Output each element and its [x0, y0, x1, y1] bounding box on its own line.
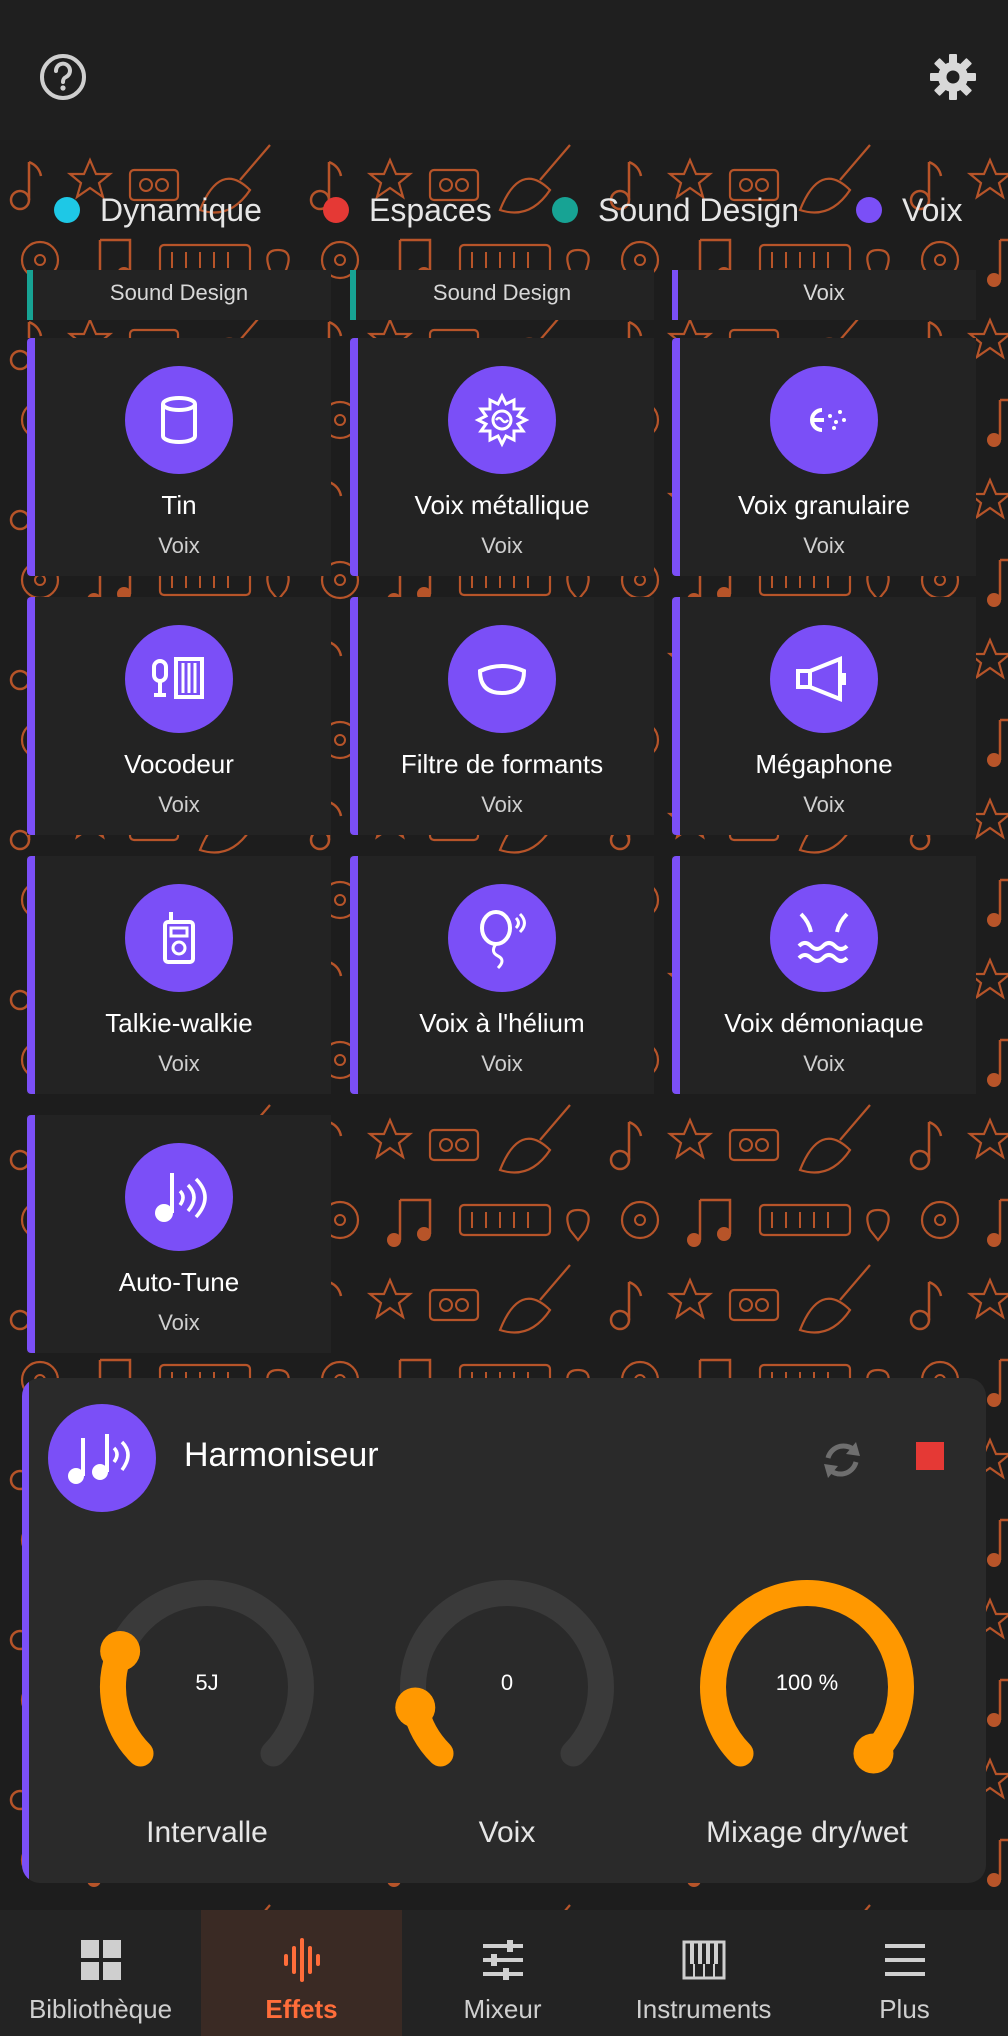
effect-control-panel: Harmoniseur 5J Intervalle 0 Voix 100 % M… — [22, 1378, 986, 1883]
filter-chip-label: Dynamique — [100, 191, 262, 228]
nav-item-plus[interactable]: Plus — [804, 1910, 1005, 2036]
filter-chip-label: Espaces — [369, 191, 492, 228]
filter-chip-label: Sound Design — [598, 191, 800, 228]
effect-category: Voix — [158, 1051, 200, 1076]
panel-accent-bar — [22, 1378, 29, 1883]
instruments-piano-icon — [682, 1940, 725, 1980]
filter-chip-sound-design[interactable]: Sound Design — [552, 170, 799, 250]
effect-card-voix-demoniaque[interactable]: Voix démoniaque Voix — [672, 856, 976, 1094]
knob-value: 0 — [500, 1670, 514, 1695]
nav-item-effets[interactable]: Effets — [201, 1910, 402, 2036]
red-dot-icon — [323, 197, 349, 223]
effects-waveform-icon — [283, 1938, 320, 1982]
knob-label: Intervalle — [146, 1816, 268, 1849]
effect-title: Tin — [161, 490, 197, 520]
tin-can-icon — [125, 366, 233, 474]
balloon-icon — [448, 884, 556, 992]
metallic-gear-icon — [448, 366, 556, 474]
effect-card-auto-tune[interactable]: Auto-Tune Voix — [27, 1115, 331, 1353]
top-bar — [0, 0, 1008, 140]
effect-card-tin[interactable]: Tin Voix — [27, 338, 331, 576]
nav-label: Effets — [265, 1994, 338, 2024]
effect-category: Voix — [803, 792, 845, 817]
cyan-dot-icon — [54, 197, 80, 223]
knob-value: 5J — [195, 1670, 219, 1695]
help-icon[interactable] — [38, 52, 88, 102]
effect-card-vocodeur[interactable]: Vocodeur Voix — [27, 597, 331, 835]
effect-category: Voix — [803, 533, 845, 558]
effect-category: Voix — [803, 1051, 845, 1076]
purple-dot-icon — [856, 197, 882, 223]
nav-label: Mixeur — [463, 1994, 542, 2024]
effect-category: Voix — [481, 792, 523, 817]
card-category: Sound Design — [432, 280, 572, 305]
mixer-sliders-icon — [482, 1940, 523, 1980]
effect-title: Voix à l'hélium — [419, 1008, 585, 1038]
effect-category: Voix — [158, 792, 200, 817]
effect-category: Voix — [481, 533, 523, 558]
nav-label: Bibliothèque — [28, 1994, 173, 2024]
nav-item-mixeur[interactable]: Mixeur — [402, 1910, 603, 2036]
card-category: Sound Design — [109, 280, 249, 305]
effect-category: Voix — [481, 1051, 523, 1076]
effect-panel-title: Harmoniseur — [184, 1436, 379, 1474]
nav-item-instruments[interactable]: Instruments — [603, 1910, 804, 2036]
walkie-talkie-icon — [125, 884, 233, 992]
nav-label: Instruments — [635, 1994, 772, 2024]
vocoder-icon — [125, 625, 233, 733]
filter-chip-espaces[interactable]: Espaces — [323, 170, 492, 250]
demon-face-icon — [770, 884, 878, 992]
effect-card-voix-granulaire[interactable]: Voix granulaire Voix — [672, 338, 976, 576]
filter-chip-dynamique[interactable]: Dynamique — [54, 170, 262, 250]
nav-item-bibliotheque[interactable]: Bibliothèque — [0, 1910, 201, 2036]
knob-value: 100 % — [775, 1670, 839, 1695]
teal-dot-icon — [552, 197, 578, 223]
effect-category: Voix — [158, 1310, 200, 1335]
menu-icon — [884, 1944, 925, 1976]
partial-effect-card[interactable]: Sound Design — [27, 270, 331, 320]
gear-icon[interactable] — [928, 52, 978, 102]
mouth-icon — [448, 625, 556, 733]
knob-label: Mixage dry/wet — [706, 1816, 908, 1849]
knob-voix[interactable]: 0 — [392, 1572, 622, 1802]
knob-intervalle[interactable]: 5J — [92, 1572, 322, 1802]
effect-title: Talkie-walkie — [105, 1008, 253, 1038]
knob-label: Voix — [478, 1816, 536, 1849]
effect-title: Voix démoniaque — [724, 1008, 924, 1038]
effect-category: Voix — [158, 533, 200, 558]
stop-icon[interactable] — [916, 1442, 944, 1470]
effect-card-megaphone[interactable]: Mégaphone Voix — [672, 597, 976, 835]
nav-label: Plus — [879, 1994, 930, 2024]
partial-effect-card[interactable]: Voix — [672, 270, 976, 320]
category-filter-bar: Dynamique Espaces Sound Design Voix — [0, 170, 1008, 250]
effect-title: Vocodeur — [124, 749, 234, 779]
granular-icon — [770, 366, 878, 474]
effect-card-filtre-de-formants[interactable]: Filtre de formants Voix — [350, 597, 654, 835]
filter-chip-voix[interactable]: Voix — [856, 170, 962, 250]
megaphone-icon — [770, 625, 878, 733]
reset-icon[interactable] — [812, 1430, 872, 1490]
effect-card-voix-metallique[interactable]: Voix métallique Voix — [350, 338, 654, 576]
effect-title: Filtre de formants — [400, 749, 604, 779]
effect-title: Voix granulaire — [738, 490, 910, 520]
effect-title: Mégaphone — [755, 749, 893, 779]
knob-mixage-dry-wet[interactable]: 100 % — [692, 1572, 922, 1802]
effect-title: Auto-Tune — [118, 1267, 240, 1297]
library-grid-icon — [80, 1940, 121, 1980]
bottom-navigation: Bibliothèque Effets Mixeur Instruments P… — [0, 1910, 1008, 2036]
filter-chip-label: Voix — [902, 191, 963, 228]
effect-title: Voix métallique — [414, 490, 590, 520]
card-category: Voix — [803, 280, 845, 305]
partial-effect-card[interactable]: Sound Design — [350, 270, 654, 320]
harmonizer-notes-icon — [48, 1404, 156, 1512]
effect-card-talkie-walkie[interactable]: Talkie-walkie Voix — [27, 856, 331, 1094]
effect-card-voix-helium[interactable]: Voix à l'hélium Voix — [350, 856, 654, 1094]
autotune-note-icon — [125, 1143, 233, 1251]
